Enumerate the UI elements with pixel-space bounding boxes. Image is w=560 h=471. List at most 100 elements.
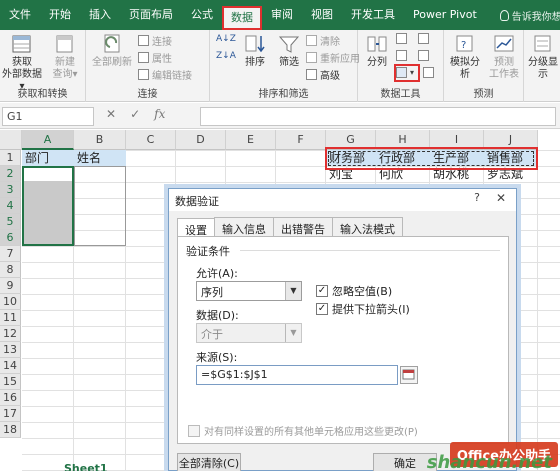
sort-za-button[interactable]: Z↓A <box>216 51 236 61</box>
sort-ascending-icon: A↓Z <box>216 34 236 44</box>
row-header-1[interactable]: 1 <box>0 150 21 166</box>
tab-view[interactable]: 视图 <box>302 0 342 30</box>
row-header-18[interactable]: 18 <box>0 422 21 438</box>
tab-power-pivot[interactable]: Power Pivot <box>404 0 486 30</box>
cell-a1[interactable]: 部门 <box>22 150 74 166</box>
row-header-12[interactable]: 12 <box>0 326 21 342</box>
tab-home[interactable]: 开始 <box>40 0 80 30</box>
filter-funnel-icon <box>277 33 301 55</box>
group-data-tools: 分列 ▾ 数据工具 <box>358 30 444 102</box>
connections-button[interactable]: 连接 <box>138 33 172 48</box>
excel-window: 文件 开始 插入 页面布局 公式 数据 审阅 视图 开发工具 Power Piv… <box>0 0 560 471</box>
remove-duplicates-button[interactable] <box>396 50 429 61</box>
ribbon-data: 获取 外部数据▾ 新建 查询▾ 获取和转换 全部刷新 连接 属性 编辑链接 连接… <box>0 30 560 102</box>
tab-developer[interactable]: 开发工具 <box>342 0 404 30</box>
connections-icon <box>138 35 149 46</box>
text-to-columns-button[interactable]: 分列 <box>362 33 392 69</box>
tab-data[interactable]: 数据 <box>222 6 262 30</box>
new-query-button[interactable]: 新建 查询▾ <box>45 33 85 81</box>
lightbulb-icon <box>499 9 509 21</box>
row-header-15[interactable]: 15 <box>0 374 21 390</box>
properties-button[interactable]: 属性 <box>138 50 172 65</box>
flash-fill-button[interactable] <box>396 33 429 44</box>
get-external-data-button[interactable]: 获取 外部数据▾ <box>2 33 42 93</box>
select-all-corner[interactable] <box>0 130 22 150</box>
column-header-e[interactable]: E <box>226 130 276 150</box>
reapply-icon <box>306 52 317 63</box>
advanced-filter-icon <box>306 69 317 80</box>
column-header-f[interactable]: F <box>276 130 326 150</box>
consolidate-icon <box>418 33 429 44</box>
data-operator-select: 介于 ▼ <box>196 323 302 343</box>
column-header-a[interactable]: A <box>22 130 74 150</box>
edit-links-label: 编辑链接 <box>152 71 192 82</box>
tab-page-layout[interactable]: 页面布局 <box>120 0 182 30</box>
row-header-17[interactable]: 17 <box>0 406 21 422</box>
active-cell[interactable] <box>24 168 72 181</box>
tab-review[interactable]: 审阅 <box>262 0 302 30</box>
help-icon[interactable]: ? <box>468 191 486 207</box>
cancel-icon[interactable]: ✕ <box>106 107 116 121</box>
row-header-2[interactable]: 2 <box>0 166 21 182</box>
source-input[interactable]: =$G$1:$J$1 <box>196 365 398 385</box>
filter-button[interactable]: 筛选 <box>274 33 304 69</box>
edit-links-icon <box>138 69 149 80</box>
settings-panel: 验证条件 允许(A): 序列 ▼ ✓ 忽略空值(B) ✓ 提供下拉箭头(I) 数… <box>177 236 509 444</box>
cell-b1[interactable]: 姓名 <box>74 150 126 166</box>
row-header-6[interactable]: 6 <box>0 230 21 246</box>
source-label: 来源(S): <box>196 351 238 364</box>
sort-descending-icon: Z↓A <box>216 51 236 61</box>
row-header-5[interactable]: 5 <box>0 214 21 230</box>
sheet-tab[interactable]: Sheet1 <box>64 462 108 471</box>
sort-az-button[interactable]: A↓Z <box>216 34 236 44</box>
name-box[interactable]: G1 <box>2 107 94 126</box>
formula-input[interactable] <box>200 107 556 126</box>
advanced-filter-button[interactable]: 高级 <box>306 67 340 82</box>
allow-select-value: 序列 <box>201 286 223 299</box>
sort-button[interactable]: 排序 <box>240 33 270 69</box>
in-cell-dropdown-checkbox[interactable]: ✓ 提供下拉箭头(I) <box>316 301 410 317</box>
row-header-3[interactable]: 3 <box>0 182 21 198</box>
forecast-sheet-button[interactable]: 预测 工作表 <box>486 33 522 81</box>
column-header-c[interactable]: C <box>126 130 176 150</box>
tab-formulas[interactable]: 公式 <box>182 0 222 30</box>
empty-checkbox-icon <box>188 424 200 437</box>
properties-label: 属性 <box>152 54 172 65</box>
column-header-d[interactable]: D <box>176 130 226 150</box>
row-header-4[interactable]: 4 <box>0 198 21 214</box>
data-operator-value: 介于 <box>201 328 223 341</box>
range-picker-button[interactable] <box>400 366 418 384</box>
row-header-13[interactable]: 13 <box>0 342 21 358</box>
row-header-8[interactable]: 8 <box>0 262 21 278</box>
tab-insert[interactable]: 插入 <box>80 0 120 30</box>
edit-links-button[interactable]: 编辑链接 <box>138 67 192 82</box>
outline-button[interactable]: 分级显示 <box>526 33 560 81</box>
column-header-b[interactable]: B <box>74 130 126 150</box>
allow-select[interactable]: 序列 ▼ <box>196 281 302 301</box>
insert-function-icon[interactable]: fx <box>154 107 165 121</box>
tell-me-box[interactable]: 告诉我你想要做什么 <box>499 8 560 23</box>
row-header-16[interactable]: 16 <box>0 390 21 406</box>
ribbon-tab-bar: 文件 开始 插入 页面布局 公式 数据 审阅 视图 开发工具 Power Piv… <box>0 0 560 30</box>
reapply-button[interactable]: 重新应用 <box>306 50 360 65</box>
tab-file[interactable]: 文件 <box>0 0 40 30</box>
ignore-blank-checkbox[interactable]: ✓ 忽略空值(B) <box>316 283 392 299</box>
gridline <box>537 150 538 471</box>
row-header-7[interactable]: 7 <box>0 246 21 262</box>
row-header-14[interactable]: 14 <box>0 358 21 374</box>
close-icon[interactable]: ✕ <box>492 191 510 207</box>
clear-label: 清除 <box>320 37 340 48</box>
apply-all-checkbox[interactable]: 对有同样设置的所有其他单元格应用这些更改(P) <box>188 423 418 438</box>
refresh-all-button[interactable]: 全部刷新 <box>88 33 136 69</box>
group-sort-filter: A↓Z Z↓A 排序 筛选 清除 重新应用 高级 排序和筛选 <box>210 30 360 102</box>
forecast-sheet-line2: 工作表 <box>489 69 519 80</box>
clear-all-button[interactable]: 全部清除(C) <box>177 453 241 471</box>
enter-icon[interactable]: ✓ <box>130 107 140 121</box>
what-if-analysis-button[interactable]: ? 模拟分析 <box>446 33 484 81</box>
row-header-10[interactable]: 10 <box>0 294 21 310</box>
row-header-9[interactable]: 9 <box>0 278 21 294</box>
formula-buttons: ✕ ✓ fx <box>106 107 165 121</box>
row-header-11[interactable]: 11 <box>0 310 21 326</box>
outline-label: 分级显示 <box>528 57 558 80</box>
clear-filter-button[interactable]: 清除 <box>306 33 340 48</box>
